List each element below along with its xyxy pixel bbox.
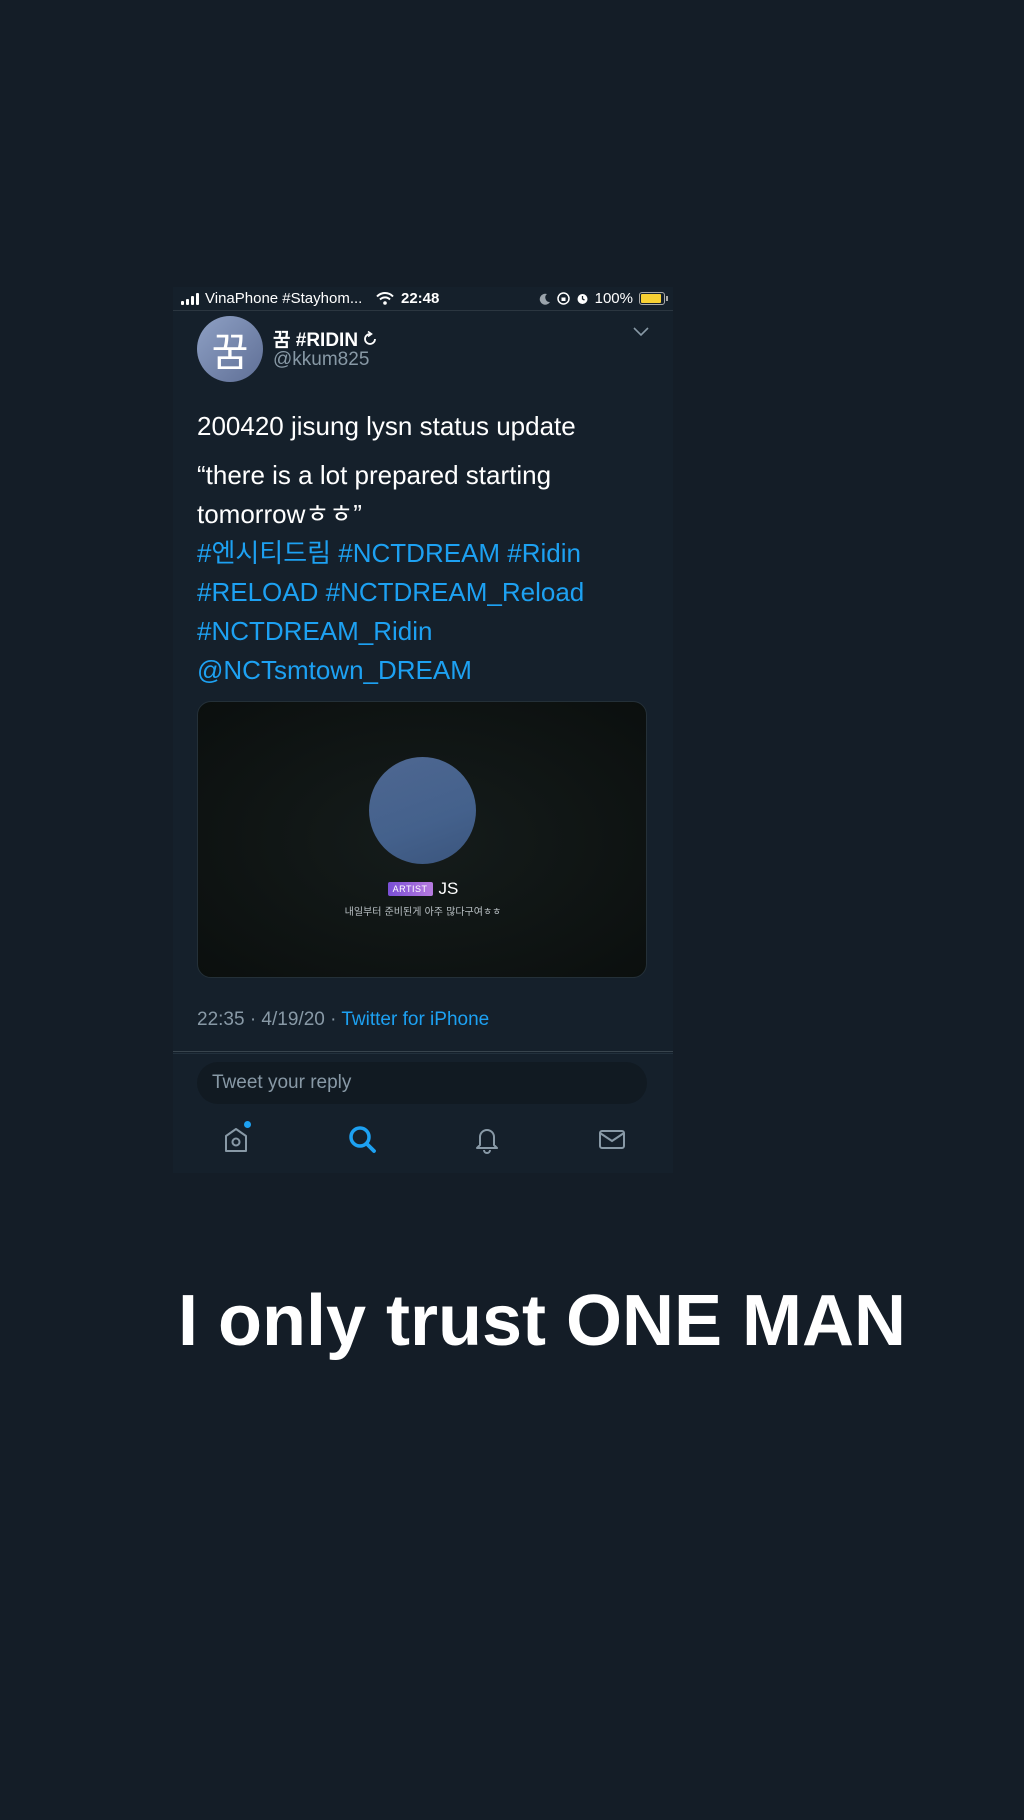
reply-input[interactable]: Tweet your reply bbox=[197, 1062, 647, 1104]
timestamp: 22:35 · 4/19/20 · bbox=[197, 1009, 342, 1030]
alarm-icon bbox=[577, 294, 588, 304]
battery-icon bbox=[639, 292, 668, 305]
meme-caption: I only trust ONE MAN bbox=[178, 1281, 907, 1361]
media-image[interactable]: ARTIST JS 내일부터 준비된게 아주 많다구여ㅎㅎ bbox=[197, 701, 647, 978]
status-bar: VinaPhone #Stayhom... 22:48 100% bbox=[173, 287, 673, 310]
artist-name: JS bbox=[438, 879, 459, 898]
notification-dot bbox=[244, 1121, 251, 1128]
messages-icon[interactable] bbox=[597, 1124, 627, 1154]
status-divider bbox=[173, 310, 673, 311]
battery-percent: 100% bbox=[594, 290, 633, 307]
divider bbox=[173, 1051, 673, 1052]
home-icon[interactable] bbox=[221, 1121, 251, 1154]
display-name[interactable]: 꿈 #RIDIN bbox=[273, 325, 378, 352]
hashtag-link[interactable]: #NCTDREAM_Ridin bbox=[197, 612, 647, 651]
avatar[interactable]: 꿈 bbox=[197, 316, 263, 382]
chevron-down-icon[interactable] bbox=[633, 327, 649, 337]
notifications-icon[interactable] bbox=[472, 1124, 502, 1154]
divider bbox=[173, 1053, 673, 1054]
search-icon[interactable] bbox=[347, 1124, 377, 1154]
tweet-screenshot: VinaPhone #Stayhom... 22:48 100% 꿈 꿈 #RI… bbox=[173, 287, 673, 1173]
refresh-icon bbox=[364, 331, 376, 345]
moon-icon bbox=[539, 293, 550, 305]
tweet-line: 200420 jisung lysn status update bbox=[197, 411, 576, 441]
wifi-icon bbox=[376, 292, 395, 305]
profile-circle bbox=[369, 757, 476, 864]
carrier-label: VinaPhone #Stayhom... bbox=[205, 290, 363, 307]
source-link[interactable]: Twitter for iPhone bbox=[341, 1009, 489, 1030]
signal-icon bbox=[181, 292, 199, 305]
tweet-text: 200420 jisung lysn status update “there … bbox=[197, 407, 647, 690]
hashtag-link[interactable]: #엔시티드림 #NCTDREAM #Ridin bbox=[197, 534, 647, 573]
hashtag-link[interactable]: #RELOAD #NCTDREAM_Reload bbox=[197, 573, 647, 612]
tweet-quote: “there is a lot prepared starting tomorr… bbox=[197, 460, 552, 529]
media-caption: 내일부터 준비된게 아주 많다구여ㅎㅎ bbox=[344, 907, 502, 918]
clock: 22:48 bbox=[401, 290, 440, 307]
bottom-nav bbox=[173, 1112, 673, 1167]
rotation-lock-icon bbox=[556, 292, 570, 305]
artist-badge: ARTIST bbox=[387, 882, 433, 896]
handle[interactable]: @kkum825 bbox=[273, 349, 369, 371]
tweet-meta: 22:35 · 4/19/20 · Twitter for iPhone bbox=[197, 1009, 489, 1031]
mention-link[interactable]: @NCTsmtown_DREAM bbox=[197, 651, 647, 690]
